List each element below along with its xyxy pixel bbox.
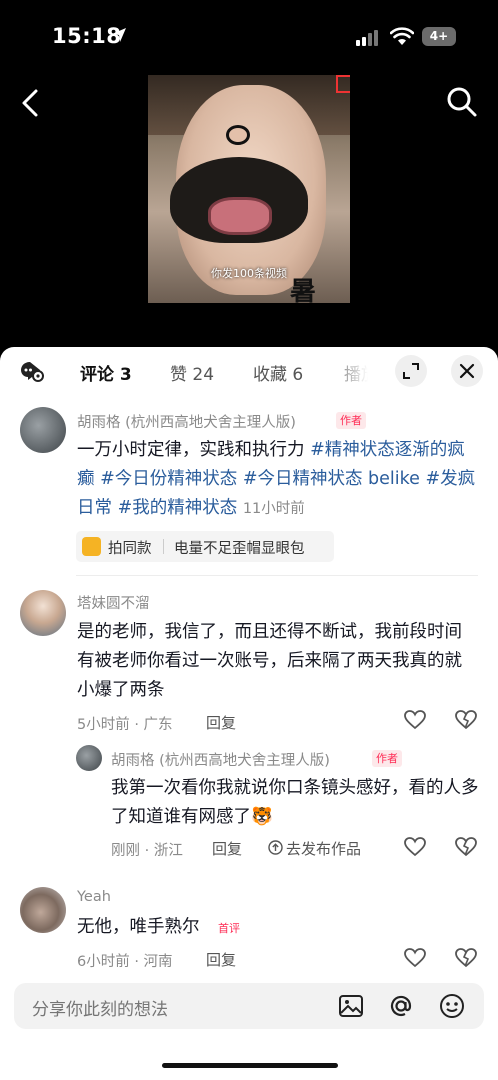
comment-panel: 评论 3 赞 24 收藏 6 播放 胡雨格 (杭州西高地犬舍主理人版) 作者 一… xyxy=(0,347,498,1080)
comment-meta: 5小时前 · 广东 xyxy=(77,717,173,733)
close-button[interactable] xyxy=(451,355,483,387)
video-overlay-mark xyxy=(336,75,350,93)
tab-fade xyxy=(326,347,386,395)
video-nose xyxy=(226,125,250,145)
expand-icon xyxy=(403,363,419,379)
video-overlay-char: 暑 xyxy=(289,277,316,303)
comment-meta: 6小时前 · 河南 xyxy=(77,954,173,970)
hashtag-link[interactable]: #今日精神状态 belike xyxy=(243,469,420,489)
battery-indicator: 4+ xyxy=(422,27,456,46)
avatar[interactable] xyxy=(76,745,102,771)
reply-button[interactable]: 回复 xyxy=(212,838,242,859)
first-comment-badge: 首评 xyxy=(218,922,240,935)
comment-time: 11小时前 xyxy=(242,501,305,517)
home-indicator xyxy=(162,1063,338,1068)
like-heart-icon[interactable] xyxy=(404,710,426,734)
status-bar: 15:18 4+ xyxy=(0,0,498,70)
expand-button[interactable] xyxy=(395,355,427,387)
comment-item: Yeah 无他，唯手熟尔 首评 6小时前 · 河南 回复 xyxy=(0,887,498,977)
same-style-chip[interactable]: 拍同款 电量不足歪帽显眼包 xyxy=(76,531,334,562)
reply-text: 我第一次看你我就说你口条镜头感好，看的人多了知道谁有网感了🐯 xyxy=(111,778,479,827)
comment-input-bar[interactable]: 分享你此刻的想法 xyxy=(14,983,484,1029)
wifi-icon xyxy=(389,27,415,50)
avatar[interactable] xyxy=(20,590,66,636)
emoji-icon[interactable] xyxy=(439,993,465,1023)
sparkle-icon xyxy=(82,537,101,556)
reply-username[interactable]: 胡雨格 (杭州西高地犬舍主理人版) xyxy=(111,749,330,770)
author-badge: 作者 xyxy=(336,412,366,429)
comment-settings-icon[interactable] xyxy=(20,360,44,386)
chip-subtitle: 电量不足歪帽显眼包 xyxy=(174,541,305,557)
upload-circle-icon xyxy=(268,840,283,859)
dislike-heart-icon[interactable] xyxy=(455,948,477,972)
comment-body: 一万小时定律，实践和执行力 xyxy=(77,440,311,460)
cellular-signal-icon xyxy=(356,30,380,50)
reply-meta: 刚刚 · 浙江 xyxy=(111,843,183,859)
close-icon xyxy=(459,363,475,379)
video-mouth xyxy=(208,197,272,235)
dislike-heart-icon[interactable] xyxy=(455,837,477,861)
comment-username[interactable]: 胡雨格 (杭州西高地犬舍主理人版) xyxy=(77,411,296,432)
comment-username[interactable]: Yeah xyxy=(77,889,111,905)
like-heart-icon[interactable] xyxy=(404,948,426,972)
reply-button[interactable]: 回复 xyxy=(206,949,236,970)
avatar[interactable] xyxy=(20,887,66,933)
author-badge: 作者 xyxy=(372,750,402,767)
comment-text: 是的老师，我信了，而且还得不断试，我前段时间有被老师你看过一次账号，后来隔了两天… xyxy=(77,622,462,700)
tab-comments[interactable]: 评论 3 xyxy=(80,360,132,385)
publish-work-link[interactable]: 去发布作品 xyxy=(286,838,361,859)
like-heart-icon[interactable] xyxy=(404,837,426,861)
comment-username[interactable]: 塔妹圆不溜 xyxy=(77,592,150,613)
tab-favorites[interactable]: 收藏 6 xyxy=(253,360,303,385)
back-arrow-icon[interactable] xyxy=(18,88,42,122)
chip-label: 拍同款 xyxy=(108,541,152,557)
avatar[interactable] xyxy=(20,407,66,453)
mention-icon[interactable] xyxy=(388,993,414,1023)
reply-button[interactable]: 回复 xyxy=(206,712,236,733)
image-icon[interactable] xyxy=(338,993,364,1023)
video-preview[interactable]: 你发100条视频 暑 xyxy=(148,75,350,303)
video-caption: 你发100条视频 xyxy=(211,267,287,280)
chip-divider xyxy=(163,539,164,554)
location-arrow-icon xyxy=(110,26,128,48)
comment-item: 塔妹圆不溜 是的老师，我信了，而且还得不断试，我前段时间有被老师你看过一次账号，… xyxy=(0,590,498,735)
divider xyxy=(76,575,478,576)
comment-input-placeholder[interactable]: 分享你此刻的想法 xyxy=(32,995,168,1020)
comment-text: 一万小时定律，实践和执行力 #精神状态逐渐的疯癫 #今日份精神状态 #今日精神状… xyxy=(77,436,482,524)
search-icon[interactable] xyxy=(446,86,478,122)
hashtag-link[interactable]: #今日份精神状态 xyxy=(100,469,237,489)
tab-bar: 评论 3 赞 24 收藏 6 播放 xyxy=(0,347,498,395)
comment-item: 胡雨格 (杭州西高地犬舍主理人版) 作者 一万小时定律，实践和执行力 #精神状态… xyxy=(0,407,498,567)
dislike-heart-icon[interactable] xyxy=(455,710,477,734)
reply-item: 胡雨格 (杭州西高地犬舍主理人版) 作者 我第一次看你我就说你口条镜头感好，看的… xyxy=(0,745,498,865)
hashtag-link[interactable]: #我的精神状态 xyxy=(118,498,238,518)
tab-likes[interactable]: 赞 24 xyxy=(170,360,214,385)
